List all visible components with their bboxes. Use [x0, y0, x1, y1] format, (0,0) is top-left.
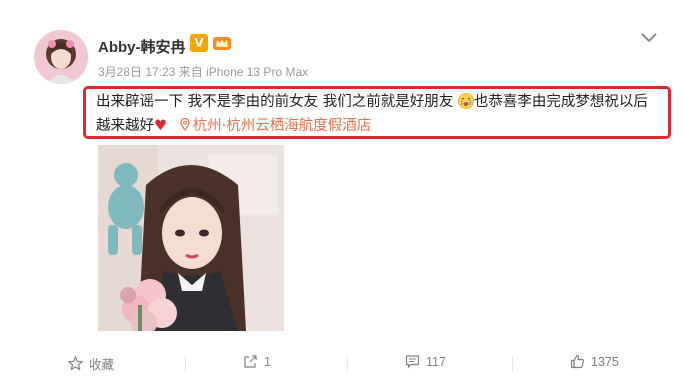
like-button[interactable]: 1375: [570, 354, 619, 369]
favorite-label: 收藏: [89, 358, 115, 372]
crying-emoji-icon: [457, 93, 474, 109]
avatar[interactable]: [34, 30, 88, 84]
post-text: 出来辟谣一下 我不是李由的前女友 我们之前就是好朋友 也恭喜李由完成梦想祝以后越…: [96, 90, 662, 138]
favorite-button[interactable]: 收藏: [68, 354, 114, 373]
repost-count: 1: [264, 354, 271, 369]
like-count: 1375: [591, 354, 619, 369]
comment-count: 117: [426, 354, 446, 369]
weibo-post: Abby-韩安冉 V 3月28日 17:23 来自 iPhone 13 Pro …: [0, 0, 700, 391]
location-pin-icon: [180, 118, 190, 131]
post-text-part1: 出来辟谣一下 我不是李由的前女友 我们之前就是好朋友: [96, 94, 454, 110]
chevron-down-icon[interactable]: [640, 30, 658, 44]
location-text: 杭州·杭州云栖海航度假酒店: [192, 118, 372, 134]
verified-badge-icon[interactable]: V: [190, 34, 208, 52]
comment-icon: [405, 355, 420, 369]
repost-button[interactable]: 1: [243, 354, 271, 369]
location-link[interactable]: 杭州·杭州云栖海航度假酒店: [180, 118, 372, 134]
post-photo[interactable]: [98, 145, 284, 331]
divider: [347, 356, 348, 372]
username[interactable]: Abby-韩安冉: [98, 36, 186, 57]
user-badges: V: [190, 34, 232, 52]
thumbs-up-icon: [570, 354, 585, 369]
heart-emoji-icon: ♥: [154, 118, 167, 134]
post-meta: 3月28日 17:23 来自 iPhone 13 Pro Max: [98, 65, 309, 79]
crown-icon[interactable]: [212, 34, 232, 52]
action-bar: 收藏 1 117 1375: [0, 350, 700, 378]
divider: [512, 356, 513, 372]
star-icon: [68, 356, 83, 371]
comment-button[interactable]: 117: [405, 354, 446, 369]
repost-icon: [244, 355, 257, 368]
divider: [185, 356, 186, 372]
